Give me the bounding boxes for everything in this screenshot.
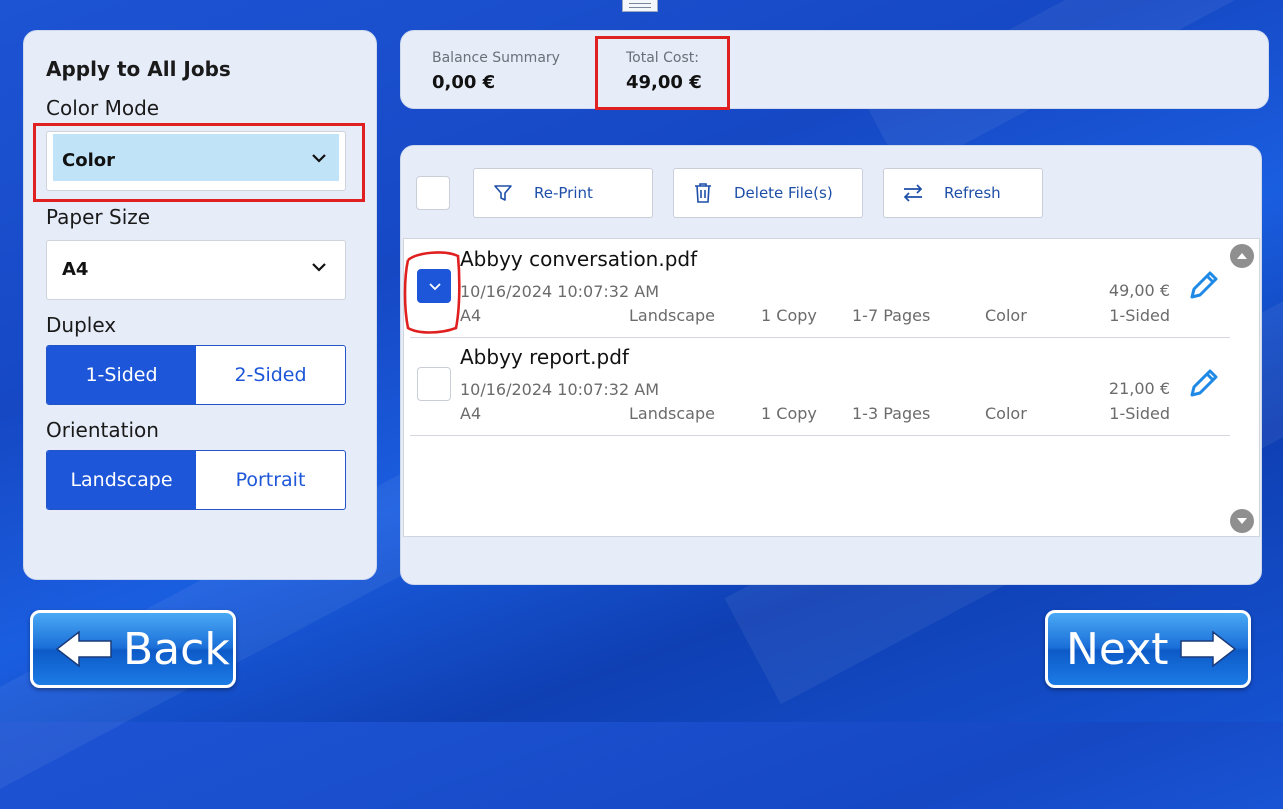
orientation-toggle: Landscape Portrait: [46, 450, 346, 510]
select-all-checkbox[interactable]: [416, 176, 450, 210]
job-pages: 1-3 Pages: [852, 404, 931, 423]
arrow-left-icon: [55, 630, 112, 668]
balance-label: Balance Summary: [432, 50, 560, 66]
job-color: Color: [985, 306, 1027, 325]
job-list-panel: Re-Print Delete File(s) Refresh Abbyy co…: [400, 145, 1262, 585]
top-grip-handle[interactable]: [622, 0, 658, 12]
job-orientation: Landscape: [629, 404, 715, 423]
color-mode-label: Color Mode: [46, 96, 160, 120]
next-button[interactable]: Next: [1045, 610, 1251, 688]
orientation-label: Orientation: [46, 418, 159, 442]
triangle-up-icon: [1237, 253, 1247, 259]
job-row[interactable]: Abbyy report.pdf 10/16/2024 10:07:32 AM …: [410, 337, 1230, 436]
scroll-down-button[interactable]: [1230, 509, 1254, 533]
job-date: 10/16/2024 10:07:32 AM: [460, 282, 659, 301]
reprint-button[interactable]: Re-Print: [473, 168, 653, 218]
back-label: Back: [123, 623, 230, 675]
filter-icon: [490, 183, 516, 203]
delete-files-label: Delete File(s): [734, 184, 833, 202]
paper-size-value: A4: [62, 259, 89, 280]
selection-annotation: [403, 251, 461, 334]
pencil-edit-icon[interactable]: [1188, 269, 1220, 301]
job-sided: 1-Sided: [1109, 306, 1170, 325]
balance-summary-panel: Balance Summary 0,00 € Total Cost: 49,00…: [400, 30, 1269, 110]
trash-icon: [690, 182, 716, 204]
refresh-button[interactable]: Refresh: [883, 168, 1043, 218]
orientation-option-landscape[interactable]: Landscape: [47, 451, 196, 509]
paper-size-dropdown[interactable]: A4: [46, 240, 346, 300]
reprint-label: Re-Print: [534, 184, 593, 202]
job-checkbox[interactable]: [417, 367, 451, 401]
balance-value: 0,00 €: [432, 72, 496, 93]
swap-arrows-icon: [900, 184, 926, 202]
color-mode-highlight: [33, 123, 365, 202]
paper-size-label: Paper Size: [46, 205, 151, 229]
duplex-option-2-sided[interactable]: 2-Sided: [196, 346, 345, 404]
scroll-up-button[interactable]: [1230, 244, 1254, 268]
duplex-toggle: 1-Sided 2-Sided: [46, 345, 346, 405]
job-copies: 1 Copy: [761, 306, 817, 325]
job-color: Color: [985, 404, 1027, 423]
job-date: 10/16/2024 10:07:32 AM: [460, 380, 659, 399]
back-button[interactable]: Back: [30, 610, 236, 688]
duplex-label: Duplex: [46, 313, 117, 337]
job-paper: A4: [460, 404, 482, 423]
job-orientation: Landscape: [629, 306, 715, 325]
apply-all-panel: Apply to All Jobs Color Mode Color Paper…: [23, 30, 377, 580]
next-label: Next: [1066, 623, 1169, 675]
job-price: 21,00 €: [1108, 379, 1170, 398]
job-filename: Abbyy report.pdf: [460, 345, 629, 369]
refresh-label: Refresh: [944, 184, 1001, 202]
job-price: 49,00 €: [1108, 281, 1170, 300]
pencil-edit-icon[interactable]: [1188, 367, 1220, 399]
arrow-right-icon: [1179, 630, 1236, 668]
job-row[interactable]: Abbyy conversation.pdf 10/16/2024 10:07:…: [410, 239, 1230, 338]
chevron-down-icon: [312, 263, 326, 272]
job-pages: 1-7 Pages: [852, 306, 931, 325]
job-filename: Abbyy conversation.pdf: [460, 247, 698, 271]
job-sided: 1-Sided: [1109, 404, 1170, 423]
delete-files-button[interactable]: Delete File(s): [673, 168, 863, 218]
orientation-option-portrait[interactable]: Portrait: [196, 451, 345, 509]
duplex-option-1-sided[interactable]: 1-Sided: [47, 346, 196, 404]
triangle-down-icon: [1237, 518, 1247, 524]
panel-heading: Apply to All Jobs: [46, 57, 231, 81]
total-cost-highlight: [595, 36, 730, 110]
job-copies: 1 Copy: [761, 404, 817, 423]
job-list: Abbyy conversation.pdf 10/16/2024 10:07:…: [403, 238, 1260, 537]
